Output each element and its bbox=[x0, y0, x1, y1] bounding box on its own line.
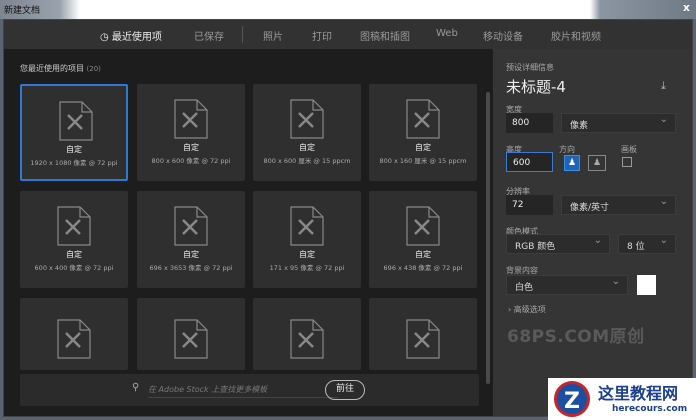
preset-size: 696 x 3653 像素 @ 72 ppi bbox=[149, 264, 233, 272]
preset-card[interactable]: 自定 800 x 600 像素 @ 72 ppi bbox=[137, 84, 245, 181]
preset-size: 800 x 160 厘米 @ 15 ppcm bbox=[379, 157, 467, 165]
document-icon bbox=[174, 206, 208, 246]
document-icon bbox=[290, 206, 324, 246]
height-input[interactable]: 600 bbox=[506, 152, 553, 172]
preset-size: 696 x 438 像素 @ 72 ppi bbox=[383, 264, 463, 272]
document-icon bbox=[406, 206, 440, 246]
document-icon bbox=[174, 99, 208, 139]
logo-url: herecours.com bbox=[612, 404, 688, 414]
preset-card[interactable]: 自定 1920 x 1080 像素 @ 72 ppi bbox=[20, 84, 128, 181]
preset-name: 自定 bbox=[66, 250, 82, 259]
document-icon bbox=[406, 99, 440, 139]
tab-bar: ◷ 最近使用项 已保存 照片 打印 图稿和插图 Web 移动设备 胶片和视频 bbox=[4, 20, 692, 51]
preset-card[interactable]: 自定 800 x 600 厘米 @ 15 ppcm bbox=[253, 84, 361, 181]
new-document-dialog: ◷ 最近使用项 已保存 照片 打印 图稿和插图 Web 移动设备 胶片和视频 您… bbox=[3, 19, 693, 417]
artboard-checkbox[interactable] bbox=[622, 157, 632, 167]
section-heading: 您最近使用的项目 (20) bbox=[20, 64, 101, 73]
advanced-options-toggle[interactable]: › 高级选项 bbox=[508, 304, 546, 315]
preset-card[interactable]: 自定 800 x 160 厘米 @ 15 ppcm bbox=[369, 84, 477, 181]
document-icon bbox=[290, 99, 324, 139]
preset-size: 1920 x 1080 像素 @ 72 ppi bbox=[30, 159, 118, 167]
document-name-field[interactable]: 未标题-4 bbox=[506, 76, 566, 97]
preset-name: 自定 bbox=[415, 250, 431, 259]
document-icon bbox=[290, 319, 324, 359]
artboard-label: 画板 bbox=[621, 145, 637, 154]
resolution-input[interactable]: 72 bbox=[506, 195, 553, 215]
preset-name: 自定 bbox=[183, 143, 199, 152]
save-preset-icon[interactable]: ⤓ bbox=[661, 79, 666, 93]
go-button[interactable]: 前往 bbox=[325, 380, 365, 400]
scrollbar[interactable] bbox=[486, 92, 490, 384]
background-select[interactable]: 白色 bbox=[506, 275, 628, 295]
preset-size: 800 x 600 厘米 @ 15 ppcm bbox=[263, 157, 351, 165]
preset-card[interactable] bbox=[20, 298, 128, 370]
tab-film[interactable]: 胶片和视频 bbox=[551, 28, 601, 43]
tab-art[interactable]: 图稿和插图 bbox=[360, 28, 410, 43]
window-title: 新建文档 bbox=[4, 6, 41, 16]
divider bbox=[242, 26, 243, 43]
preset-card[interactable] bbox=[253, 298, 361, 370]
preset-details-panel: 预设详细信息 未标题-4 ⤓ 宽度 800 像素 高度 方向 画板 600 ♟ … bbox=[493, 49, 692, 416]
width-input[interactable]: 800 bbox=[506, 113, 553, 133]
logo-mark: Z bbox=[554, 381, 590, 417]
recent-panel: 您最近使用的项目 (20) 自定 1920 x 1080 像素 @ 72 ppi 自… bbox=[4, 49, 491, 416]
preset-name: 自定 bbox=[183, 250, 199, 259]
orientation-label: 方向 bbox=[559, 145, 575, 154]
background-color-swatch[interactable] bbox=[637, 275, 656, 295]
preset-card[interactable]: 自定 600 x 400 像素 @ 72 ppi bbox=[20, 191, 128, 288]
tab-mobile[interactable]: 移动设备 bbox=[483, 28, 523, 43]
preset-name: 自定 bbox=[299, 250, 315, 259]
preset-size: 600 x 400 像素 @ 72 ppi bbox=[34, 264, 114, 272]
watermark: 68PS.COM原创 bbox=[507, 327, 645, 347]
document-icon bbox=[174, 319, 208, 359]
resolution-unit-select[interactable]: 像素/英寸 bbox=[561, 195, 676, 215]
details-heading: 预设详细信息 bbox=[506, 63, 554, 72]
portrait-button[interactable]: ♟ bbox=[564, 155, 580, 171]
tab-web[interactable]: Web bbox=[436, 28, 458, 39]
document-icon bbox=[57, 319, 91, 359]
document-icon bbox=[57, 206, 91, 246]
bit-depth-select[interactable]: 8 位 bbox=[618, 234, 676, 254]
tab-print[interactable]: 打印 bbox=[312, 28, 332, 43]
clock-icon: ◷ bbox=[100, 32, 112, 43]
color-mode-select[interactable]: RGB 颜色 bbox=[506, 234, 610, 254]
preset-card[interactable]: 自定 696 x 438 像素 @ 72 ppi bbox=[369, 191, 477, 288]
close-button[interactable]: x bbox=[683, 1, 690, 14]
preset-card[interactable]: 自定 696 x 3653 像素 @ 72 ppi bbox=[137, 191, 245, 288]
tab-recent[interactable]: ◷ 最近使用项 bbox=[100, 28, 162, 51]
site-logo: Z 这里教程网 herecours.com bbox=[548, 378, 696, 420]
preset-size: 171 x 95 像素 @ 72 ppi bbox=[269, 264, 345, 272]
preset-name: 自定 bbox=[66, 145, 82, 154]
preset-name: 自定 bbox=[299, 143, 315, 152]
document-icon bbox=[59, 101, 93, 141]
title-bar: 新建文档 x bbox=[0, 0, 696, 19]
preset-name: 自定 bbox=[415, 143, 431, 152]
preset-card[interactable] bbox=[369, 298, 477, 370]
logo-title: 这里教程网 bbox=[598, 384, 679, 403]
preset-card[interactable]: 自定 171 x 95 像素 @ 72 ppi bbox=[253, 191, 361, 288]
preset-size: 800 x 600 像素 @ 72 ppi bbox=[151, 157, 231, 165]
search-icon: ⚲ bbox=[132, 382, 140, 393]
stock-search-bar: ⚲ 在 Adobe Stock 上查找更多模板 前往 bbox=[20, 374, 479, 406]
tab-saved[interactable]: 已保存 bbox=[194, 28, 224, 43]
tab-photo[interactable]: 照片 bbox=[263, 28, 283, 43]
document-icon bbox=[406, 319, 440, 359]
preset-card[interactable] bbox=[137, 298, 245, 370]
width-unit-select[interactable]: 像素 bbox=[561, 113, 676, 133]
stock-search-input[interactable]: 在 Adobe Stock 上查找更多模板 bbox=[148, 384, 338, 398]
landscape-button[interactable]: ♟ bbox=[588, 155, 606, 171]
